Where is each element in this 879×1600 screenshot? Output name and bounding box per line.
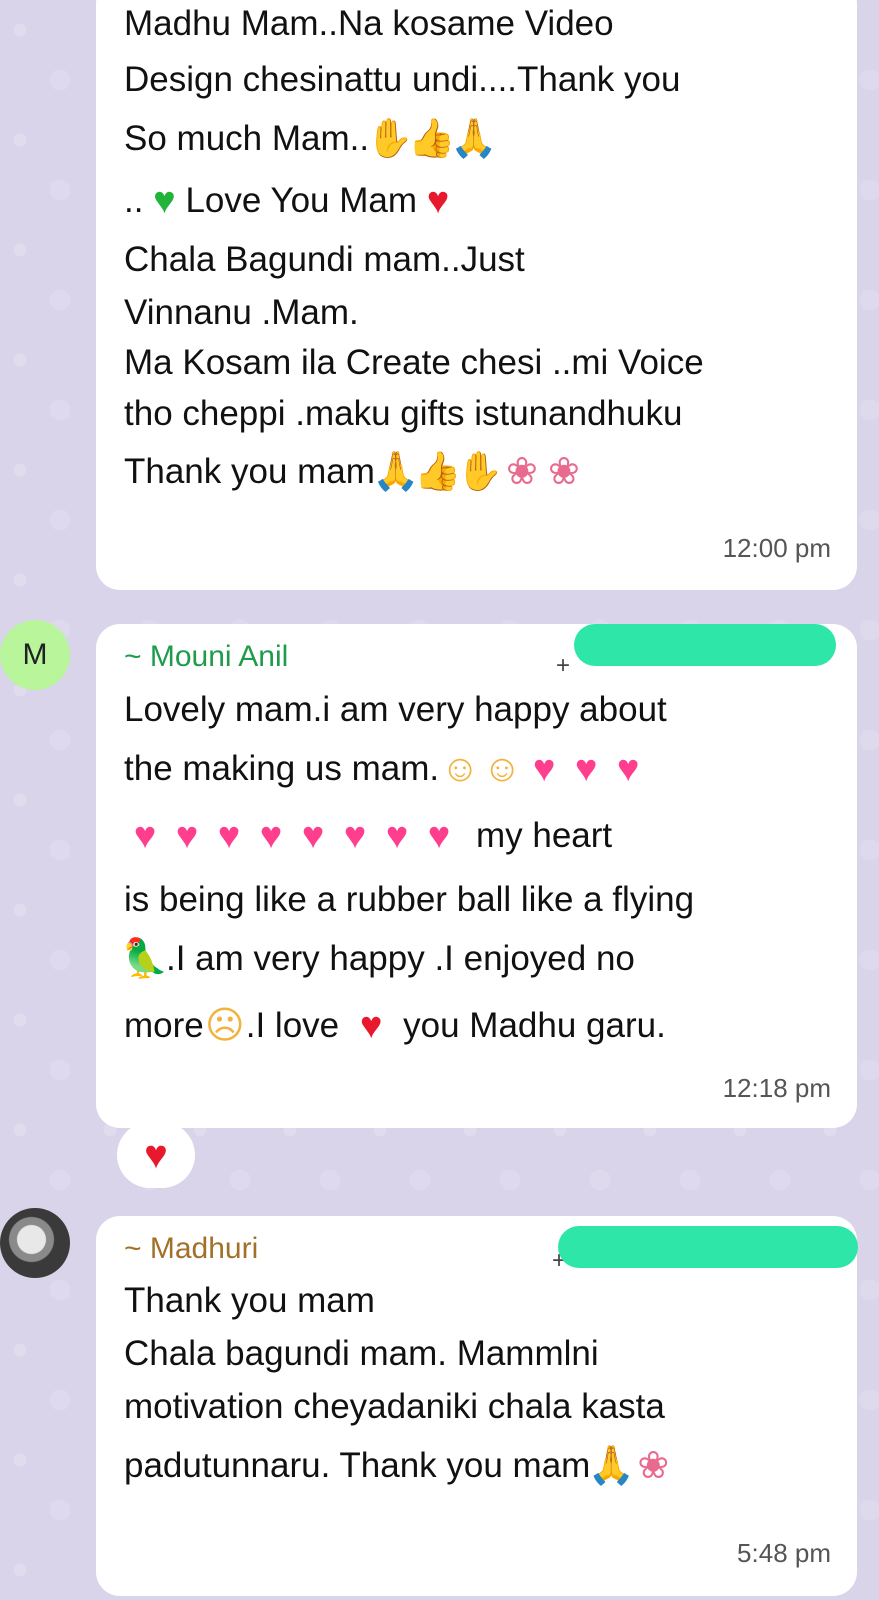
folded-hands-emoji: 🙏: [450, 118, 498, 160]
two-hearts-emoji: ♥: [427, 815, 451, 857]
red-heart-emoji: ♥: [426, 180, 450, 222]
message-line: Ma Kosam ila Create chesi ..mi Voice: [124, 343, 704, 382]
thumbs-up-emoji: 👍: [408, 118, 456, 160]
two-hearts-emoji: ♥: [259, 815, 283, 857]
message-line: Chala Bagundi mam..Just: [124, 240, 525, 279]
message-line: Vinnanu .Mam.: [124, 293, 359, 332]
redacted-phone-number: [574, 624, 836, 666]
redacted-phone-number: [558, 1226, 858, 1268]
smiling-face-with-hearts-emoji: ☺: [440, 748, 480, 790]
folded-hands-emoji: 🙏: [372, 451, 420, 493]
message-line: motivation cheyadaniki chala kasta: [124, 1387, 665, 1426]
message-line: 🦜 .I am very happy .I enjoyed no: [121, 928, 829, 990]
message-line: Design chesinattu undi....Thank you: [124, 60, 681, 99]
two-hearts-emoji: ♥: [616, 748, 640, 790]
bouquet-emoji: ❀: [506, 451, 538, 493]
message-line: .. ♥ Love You Mam ♥: [124, 170, 829, 232]
two-hearts-emoji: ♥: [574, 748, 598, 790]
message-line: the making us mam. ☺ ☺ ♥ ♥ ♥: [124, 738, 829, 800]
message-line: ♥ ♥ ♥ ♥ ♥ ♥ ♥ ♥ my heart: [124, 800, 829, 872]
thumbs-up-emoji: 👍: [414, 451, 462, 493]
reaction-heart-icon[interactable]: ♥: [117, 1122, 195, 1188]
message-line: tho cheppi .maku gifts istunandhuku: [124, 394, 683, 433]
face-blowing-kiss-emoji: ☺: [482, 748, 522, 790]
two-hearts-emoji: ♥: [385, 815, 409, 857]
message-line: Thank you mam 🙏 👍 ✋ ❀ ❀: [124, 440, 829, 504]
clapping-hands-emoji: ✋: [456, 451, 504, 493]
two-hearts-emoji: ♥: [133, 815, 157, 857]
message-bubble[interactable]: Madhu Mam..Na kosame Video Design chesin…: [96, 0, 857, 590]
message-line: Thank you mam: [124, 1281, 375, 1320]
message-line: So much Mam.. ✋ 👍 🙏: [124, 108, 829, 170]
two-hearts-emoji: ♥: [217, 815, 241, 857]
two-hearts-emoji: ♥: [301, 815, 325, 857]
avatar[interactable]: [0, 1208, 70, 1278]
message-timestamp: 5:48 pm: [737, 1538, 831, 1568]
clapping-hands-emoji: ✋: [366, 118, 414, 160]
message-line: Chala bagundi mam. Mammlni: [124, 1334, 599, 1373]
message-timestamp: 12:18 pm: [722, 1073, 831, 1103]
folded-hands-emoji: 🙏: [587, 1445, 635, 1487]
message-line: padutunnaru. Thank you mam 🙏 ❀: [124, 1434, 829, 1498]
beating-heart-emoji: ♥: [359, 1005, 383, 1047]
message-line: Lovely mam.i am very happy about: [124, 690, 667, 729]
message-line: is being like a rubber ball like a flyin…: [124, 880, 695, 919]
message-bubble[interactable]: ~ Madhuri + Thank you mam Chala bagundi …: [96, 1216, 858, 1596]
message-line: more ☹ .I love ♥ you Madhu garu.: [124, 990, 829, 1062]
bouquet-emoji: ❀: [548, 451, 580, 493]
message-line: Madhu Mam..Na kosame Video: [124, 4, 614, 43]
phone-number-prefix: +: [556, 652, 571, 679]
avatar[interactable]: M: [0, 620, 70, 690]
two-hearts-emoji: ♥: [532, 748, 556, 790]
message-bubble[interactable]: ~ Mouni Anil + Lovely mam.i am very happ…: [96, 624, 857, 1128]
zipper-mouth-face-emoji: ☹: [204, 1005, 245, 1047]
two-hearts-emoji: ♥: [175, 815, 199, 857]
bouquet-emoji: ❀: [637, 1445, 670, 1487]
parrot-emoji: 🦜: [121, 938, 169, 980]
green-heart-emoji: ♥: [153, 180, 176, 222]
two-hearts-emoji: ♥: [343, 815, 367, 857]
message-timestamp: 12:00 pm: [722, 533, 831, 563]
